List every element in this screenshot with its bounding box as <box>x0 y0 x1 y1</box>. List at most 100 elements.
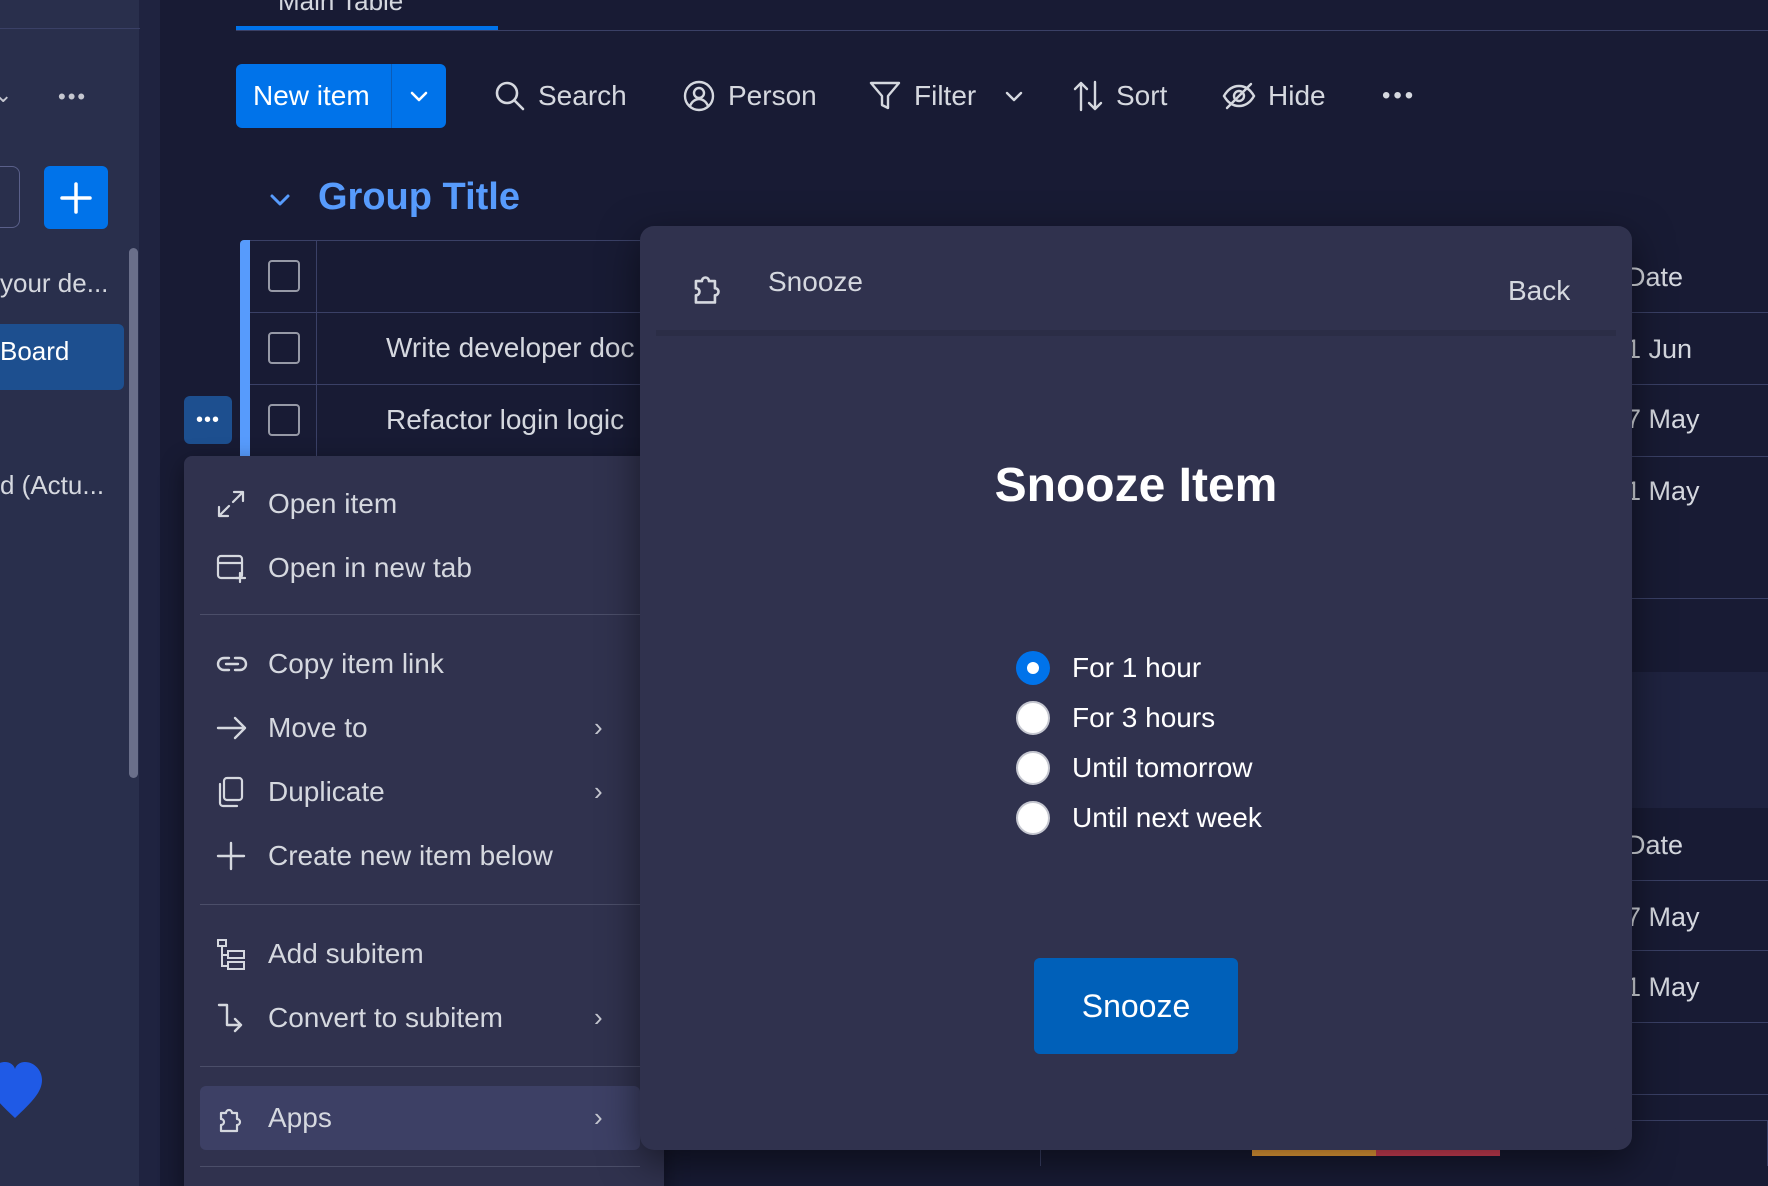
menu-item-label: Convert to subitem <box>268 1002 503 1033</box>
radio-unselected[interactable] <box>1016 801 1050 835</box>
snooze-heading: Snooze Item <box>994 459 1278 512</box>
plus-icon <box>216 841 246 871</box>
radio-selected[interactable] <box>1016 651 1050 685</box>
menu-item-copy-link[interactable]: Copy item link <box>216 636 444 692</box>
menu-item-label: Open in new tab <box>268 552 472 583</box>
back-button[interactable]: Back <box>1508 275 1570 307</box>
person-label: Person <box>728 80 817 111</box>
date-cell[interactable]: 1 Jun <box>1626 334 1692 365</box>
menu-item-convert-subitem[interactable]: Convert to subitem <box>216 990 503 1046</box>
status-summary-bar <box>1376 1150 1500 1156</box>
option-label: For 3 hours <box>1072 702 1216 733</box>
group-title[interactable]: Group Title <box>318 176 520 219</box>
plus-icon <box>60 181 92 214</box>
subitem-icon <box>217 939 245 970</box>
date-column-header[interactable]: Date <box>1626 262 1683 293</box>
new-item-label[interactable]: New item <box>236 80 391 112</box>
table-row[interactable]: Refactor login logic <box>386 404 624 436</box>
sidebar-add-button[interactable] <box>44 166 108 229</box>
menu-item-open-item[interactable]: Open item <box>216 476 397 532</box>
chevron-right-icon: › <box>594 712 603 742</box>
workspace-chevron-icon[interactable]: ⌄ <box>0 82 12 108</box>
new-tab-icon <box>216 554 247 583</box>
hide-button[interactable]: Hide <box>1222 74 1326 118</box>
radio-unselected[interactable] <box>1016 751 1050 785</box>
puzzle-icon <box>694 276 720 304</box>
sort-icon <box>1073 80 1103 112</box>
snooze-option-tomorrow[interactable]: Until tomorrow <box>1016 748 1252 788</box>
toolbar-more-button[interactable]: ••• <box>1382 74 1416 118</box>
menu-divider <box>200 904 640 905</box>
date-cell[interactable]: 7 May <box>1626 902 1700 933</box>
sidebar-item-other[interactable]: d (Actu... <box>0 470 104 501</box>
arrow-right-icon <box>216 716 247 740</box>
date-column-header[interactable]: Date <box>1626 830 1683 861</box>
search-button[interactable]: Search <box>494 74 627 118</box>
convert-icon <box>217 1003 243 1033</box>
checkbox-column-divider <box>316 240 317 456</box>
heart-icon <box>0 1062 42 1118</box>
eye-off-icon <box>1222 82 1256 110</box>
sidebar-search-input[interactable] <box>0 166 20 228</box>
group-collapse-chevron-icon[interactable] <box>266 186 294 214</box>
sidebar-divider[interactable] <box>140 0 160 1186</box>
copy-icon <box>218 776 244 808</box>
date-cell[interactable]: 1 May <box>1626 972 1700 1003</box>
new-item-button[interactable]: New item <box>236 64 446 128</box>
row-divider <box>1630 598 1768 599</box>
puzzle-icon <box>219 1108 242 1133</box>
menu-item-duplicate[interactable]: Duplicate <box>216 764 385 820</box>
table-row[interactable]: Write developer doc <box>386 332 635 364</box>
menu-item-label: Apps <box>268 1102 332 1133</box>
snooze-option-3-hours[interactable]: For 3 hours <box>1016 698 1215 738</box>
select-all-checkbox[interactable] <box>268 260 300 292</box>
snooze-submit-button[interactable]: Snooze <box>1034 958 1238 1054</box>
link-icon <box>216 656 248 672</box>
menu-item-open-new-tab[interactable]: Open in new tab <box>216 540 472 596</box>
expand-icon <box>217 490 245 518</box>
row-divider <box>1630 880 1768 881</box>
menu-item-label: Open item <box>268 488 398 519</box>
snooze-option-1-hour[interactable]: For 1 hour <box>1016 648 1201 688</box>
sidebar-item-board[interactable]: Board <box>0 336 69 367</box>
option-label: Until next week <box>1072 802 1262 833</box>
row-divider <box>1630 950 1768 951</box>
row-divider <box>1630 1022 1768 1023</box>
menu-item-add-subitem[interactable]: Add subitem <box>216 926 424 982</box>
menu-item-label: Copy item link <box>268 648 444 679</box>
sidebar-scrollbar[interactable] <box>129 248 138 778</box>
person-filter-button[interactable]: Person <box>682 74 817 118</box>
row-checkbox[interactable] <box>268 404 300 436</box>
sidebar-top-divider <box>0 28 140 29</box>
menu-item-create-below[interactable]: Create new item below <box>216 828 553 884</box>
person-icon <box>683 80 715 112</box>
menu-item-apps[interactable]: Apps <box>216 1090 332 1146</box>
group-color-bar <box>240 240 250 456</box>
new-item-dropdown-button[interactable] <box>392 85 446 107</box>
menu-divider <box>200 1066 640 1067</box>
menu-divider <box>200 1166 640 1167</box>
workspace-more-icon[interactable]: ••• <box>58 84 87 110</box>
search-icon <box>495 81 525 111</box>
tabs-divider <box>236 30 1768 31</box>
option-label: Until tomorrow <box>1072 752 1253 783</box>
row-checkbox[interactable] <box>268 332 300 364</box>
option-label: For 1 hour <box>1072 652 1202 683</box>
filter-button[interactable]: Filter <box>868 74 1026 118</box>
modal-title: Snooze <box>768 266 863 297</box>
more-icon: ••• <box>1382 82 1417 109</box>
date-cell[interactable]: 1 May <box>1626 476 1700 507</box>
radio-unselected[interactable] <box>1016 701 1050 735</box>
menu-item-label: Create new item below <box>268 840 553 871</box>
sidebar-item-workspace[interactable]: your de... <box>0 268 108 299</box>
tab-main-table[interactable]: Main Table <box>278 0 403 17</box>
snooze-option-next-week[interactable]: Until next week <box>1016 798 1262 838</box>
status-summary-bar <box>1252 1150 1376 1156</box>
date-cell[interactable]: 7 May <box>1626 404 1700 435</box>
chevron-right-icon: › <box>594 776 603 806</box>
menu-item-move-to[interactable]: Move to <box>216 700 368 756</box>
chevron-down-icon <box>410 91 428 102</box>
row-menu-button[interactable]: ••• <box>184 396 232 444</box>
chevron-down-icon[interactable] <box>1002 84 1026 108</box>
sort-button[interactable]: Sort <box>1072 74 1167 118</box>
